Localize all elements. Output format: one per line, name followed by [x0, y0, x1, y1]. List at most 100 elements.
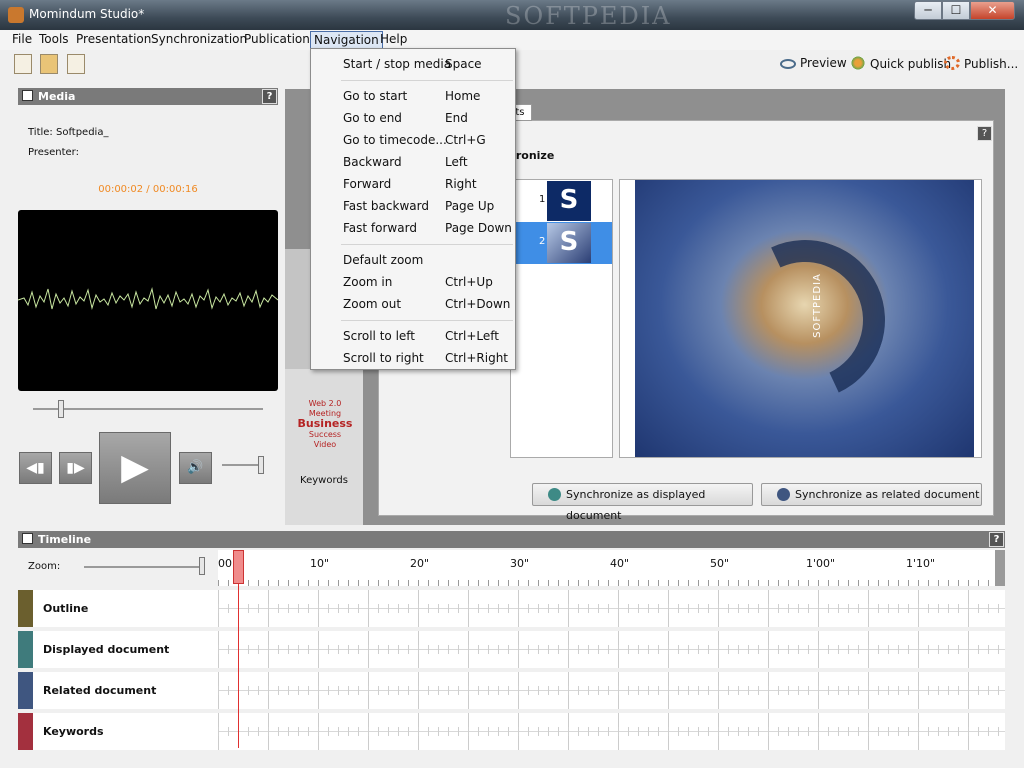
menu-synchronization[interactable]: Synchronization	[148, 31, 250, 49]
menu-zoom-in[interactable]: Zoom in Ctrl+Up	[311, 271, 515, 293]
menu-item-shortcut: Right	[445, 177, 477, 191]
menu-item-shortcut: Space	[445, 57, 482, 71]
menu-fast-forward[interactable]: Fast forward Page Down	[311, 217, 515, 239]
keywords-logo-line: Web 2.0	[308, 399, 342, 408]
publish-label: Publish...	[964, 57, 1019, 71]
step-forward-button[interactable]: ▮▶	[59, 452, 92, 484]
ruler-tick-label: 30"	[510, 557, 530, 570]
menu-item-shortcut: Ctrl+Down	[445, 297, 511, 311]
track-displayed-document[interactable]: Displayed document	[18, 631, 1005, 668]
menu-forward[interactable]: Forward Right	[311, 173, 515, 195]
menu-backward[interactable]: Backward Left	[311, 151, 515, 173]
timeline-ruler[interactable]: 00" 10" 20" 30" 40" 50" 1'00" 1'10"	[218, 550, 1005, 586]
slide-item-selected[interactable]: 2 S	[511, 222, 612, 264]
slides-list: 1 S 2 S	[510, 179, 613, 458]
menu-go-to-start[interactable]: Go to start Home	[311, 85, 515, 107]
track-color-swatch	[18, 631, 33, 668]
track-lane[interactable]	[218, 713, 1005, 750]
menu-go-to-timecode[interactable]: Go to timecode... Ctrl+G	[311, 129, 515, 151]
track-lane[interactable]	[218, 590, 1005, 627]
volume-slider-thumb[interactable]	[258, 456, 264, 474]
track-keywords[interactable]: Keywords	[18, 713, 1005, 750]
quick-publish-button[interactable]: Quick publish	[850, 56, 951, 71]
slide-number: 1	[539, 194, 546, 205]
sync-related-button[interactable]: Synchronize as related document	[761, 483, 982, 506]
publish-icon	[944, 56, 960, 70]
menu-file[interactable]: File	[9, 31, 35, 49]
menu-help[interactable]: Help	[377, 31, 410, 49]
menu-scroll-right[interactable]: Scroll to right Ctrl+Right	[311, 347, 515, 369]
slide-item[interactable]: 1 S	[511, 180, 612, 222]
media-panel-header: Media ?	[18, 88, 278, 105]
menu-item-label: Scroll to right	[343, 351, 424, 365]
slide-number: 2	[539, 236, 546, 247]
lane-ticks	[218, 645, 1005, 654]
playhead-line	[238, 584, 239, 748]
track-color-swatch	[18, 590, 33, 627]
menu-item-shortcut: Home	[445, 89, 481, 103]
media-metadata: Title: Softpedia_ Presenter:	[28, 123, 108, 163]
keywords-label: Keywords	[300, 475, 348, 486]
step-back-icon: ◀▮	[26, 460, 45, 476]
menu-item-shortcut: Ctrl+Right	[445, 351, 509, 365]
play-button[interactable]: ▶	[99, 432, 171, 504]
ruler-scrollbar[interactable]	[995, 550, 1005, 586]
menu-scroll-left[interactable]: Scroll to left Ctrl+Left	[311, 325, 515, 347]
menu-publication[interactable]: Publication	[241, 31, 313, 49]
quick-publish-icon	[850, 56, 866, 70]
timeline-help-button[interactable]: ?	[989, 532, 1004, 547]
menu-presentation[interactable]: Presentation	[73, 31, 154, 49]
minimize-button[interactable]: ─	[914, 1, 942, 20]
keywords-logo-line: Success	[308, 430, 342, 439]
menu-item-shortcut: Ctrl+Left	[445, 329, 499, 343]
step-back-button[interactable]: ◀▮	[19, 452, 52, 484]
app-icon	[8, 7, 24, 23]
menu-default-zoom[interactable]: Default zoom	[311, 249, 515, 271]
menu-go-to-end[interactable]: Go to end End	[311, 107, 515, 129]
menu-item-shortcut: Left	[445, 155, 468, 169]
track-label: Related document	[33, 672, 233, 709]
track-related-document[interactable]: Related document	[18, 672, 1005, 709]
sync-help-button[interactable]: ?	[977, 126, 992, 141]
menu-start-stop-media[interactable]: Start / stop media Space	[311, 53, 515, 75]
menu-zoom-out[interactable]: Zoom out Ctrl+Down	[311, 293, 515, 315]
track-color-swatch	[18, 672, 33, 709]
zoom-slider-thumb[interactable]	[199, 557, 205, 575]
playhead-handle[interactable]	[233, 550, 244, 584]
preview-button[interactable]: Preview	[780, 56, 847, 70]
track-lane[interactable]	[218, 672, 1005, 709]
sync-displayed-button[interactable]: Synchronize as displayed document	[532, 483, 753, 522]
publish-button[interactable]: Publish...	[944, 56, 1018, 71]
menu-item-shortcut: Ctrl+Up	[445, 275, 493, 289]
track-label: Displayed document	[33, 631, 233, 668]
menu-navigation[interactable]: Navigation	[310, 31, 383, 49]
media-header-label: Media	[38, 90, 76, 103]
track-lane[interactable]	[218, 631, 1005, 668]
menu-item-label: Default zoom	[343, 253, 424, 267]
menu-item-label: Forward	[343, 177, 392, 191]
menu-item-shortcut: Ctrl+G	[445, 133, 486, 147]
zoom-track[interactable]	[84, 566, 204, 568]
media-help-button[interactable]: ?	[262, 89, 277, 104]
seek-slider-thumb[interactable]	[58, 400, 64, 418]
menu-item-label: Fast backward	[343, 199, 429, 213]
eye-icon	[780, 59, 796, 69]
menu-item-label: Start / stop media	[343, 57, 452, 71]
new-document-icon[interactable]	[14, 54, 32, 74]
open-folder-icon[interactable]	[40, 54, 58, 74]
ruler-tick-label: 50"	[710, 557, 730, 570]
maximize-button[interactable]: ☐	[942, 1, 970, 20]
timeline-icon	[22, 533, 33, 544]
volume-button[interactable]: 🔊	[179, 452, 212, 484]
close-button[interactable]: ✕	[970, 1, 1015, 20]
media-time: 00:00:02 / 00:00:16	[98, 184, 198, 195]
keywords-type-item[interactable]: Web 2.0 Meeting Business Success Video K…	[285, 369, 363, 525]
menu-fast-backward[interactable]: Fast backward Page Up	[311, 195, 515, 217]
volume-track[interactable]	[222, 464, 262, 466]
menu-tools[interactable]: Tools	[36, 31, 72, 49]
seek-track[interactable]	[33, 408, 263, 410]
lane-ticks	[218, 686, 1005, 695]
menu-item-label: Zoom in	[343, 275, 393, 289]
save-document-icon[interactable]	[67, 54, 85, 74]
track-outline[interactable]: Outline	[18, 590, 1005, 627]
